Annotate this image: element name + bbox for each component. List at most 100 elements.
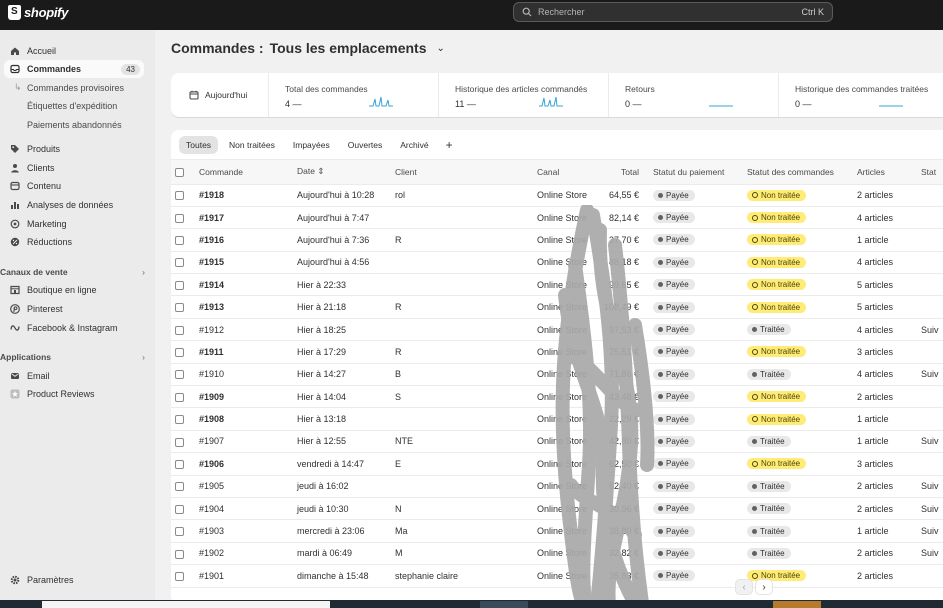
sidebar-item-product-reviews[interactable]: Product Reviews bbox=[4, 385, 144, 403]
order-number[interactable]: #1917 bbox=[195, 206, 293, 230]
tab-open[interactable]: Ouvertes bbox=[341, 136, 390, 154]
apps-header[interactable]: Applications › bbox=[0, 352, 145, 362]
order-number[interactable]: #1913 bbox=[195, 295, 293, 319]
order-number[interactable]: #1904 bbox=[195, 497, 293, 521]
sort-icon[interactable]: ⇕ bbox=[317, 166, 324, 176]
sidebar-item-home[interactable]: Accueil bbox=[4, 42, 144, 60]
col-order[interactable]: Commande bbox=[195, 160, 293, 185]
next-page-button[interactable]: › bbox=[755, 579, 773, 595]
chevron-down-icon[interactable]: ⌄ bbox=[437, 43, 445, 54]
row-checkbox[interactable] bbox=[171, 273, 195, 297]
table-row[interactable]: #1903 mercredi à 23:06 Ma Online Store 38,80… bbox=[171, 519, 943, 543]
col-payment-status[interactable]: Statut du paiement bbox=[649, 160, 743, 185]
col-total[interactable]: Total bbox=[593, 160, 649, 185]
row-checkbox[interactable] bbox=[171, 340, 195, 364]
col-date[interactable]: Date ⇕ bbox=[293, 160, 391, 185]
stat-ordered-items[interactable]: Historique des articles commandés 11 — bbox=[439, 73, 609, 117]
sidebar-item-online-store[interactable]: Boutique en ligne bbox=[4, 281, 144, 299]
prev-page-button[interactable]: ‹ bbox=[735, 579, 753, 595]
col-channel[interactable]: Canal bbox=[533, 160, 593, 185]
table-row[interactable]: #1906 vendredi à 14:47 E Online Store 62,50 … bbox=[171, 452, 943, 476]
order-number[interactable]: #1901 bbox=[195, 564, 293, 588]
row-checkbox[interactable] bbox=[171, 228, 195, 252]
table-row[interactable]: #1918 Aujourd'hui à 10:28 rol Online Store 6… bbox=[171, 184, 943, 207]
page-title[interactable]: Commandes : Tous les emplacements ⌄ bbox=[171, 40, 445, 56]
date-range-picker[interactable]: Aujourd'hui bbox=[171, 73, 269, 117]
sidebar-item-customers[interactable]: Clients bbox=[4, 159, 144, 177]
table-row[interactable]: #1917 Aujourd'hui à 7:47 Online Store 82,14… bbox=[171, 206, 943, 230]
tab-unpaid[interactable]: Impayées bbox=[286, 136, 337, 154]
table-row[interactable]: #1916 Aujourd'hui à 7:36 R Online Store 37,7… bbox=[171, 228, 943, 252]
row-checkbox[interactable] bbox=[171, 385, 195, 409]
row-checkbox[interactable] bbox=[171, 184, 195, 207]
row-checkbox[interactable] bbox=[171, 475, 195, 498]
col-fulfillment-status[interactable]: Statut des commandes bbox=[743, 160, 853, 185]
order-number[interactable]: #1908 bbox=[195, 407, 293, 431]
table-row[interactable]: #1911 Hier à 17:29 R Online Store 75,51 € Pay… bbox=[171, 340, 943, 364]
table-row[interactable]: #1907 Hier à 12:55 NTE Online Store 42,80 € P… bbox=[171, 430, 943, 454]
sidebar-item-facebook-instagram[interactable]: Facebook & Instagram bbox=[4, 319, 144, 337]
order-number[interactable]: #1907 bbox=[195, 430, 293, 454]
stat-total-orders[interactable]: Total des commandes 4 — bbox=[269, 73, 439, 117]
sales-channels-header[interactable]: Canaux de vente › bbox=[0, 267, 145, 277]
sidebar-item-discounts[interactable]: Réductions bbox=[4, 233, 144, 251]
select-all-checkbox[interactable] bbox=[171, 160, 195, 185]
tab-archived[interactable]: Archivé bbox=[393, 136, 435, 154]
order-number[interactable]: #1915 bbox=[195, 251, 293, 275]
order-number[interactable]: #1912 bbox=[195, 318, 293, 342]
row-checkbox[interactable] bbox=[171, 206, 195, 230]
add-tab-button[interactable]: + bbox=[440, 138, 459, 152]
row-checkbox[interactable] bbox=[171, 564, 195, 588]
row-checkbox[interactable] bbox=[171, 407, 195, 431]
table-row[interactable]: #1909 Hier à 14:04 S Online Store 43,48 € Pay… bbox=[171, 385, 943, 409]
col-client[interactable]: Client bbox=[391, 160, 533, 185]
sidebar-item-marketing[interactable]: Marketing bbox=[4, 215, 144, 233]
col-items[interactable]: Articles bbox=[853, 160, 917, 185]
shopify-logo[interactable]: shopify bbox=[8, 5, 68, 20]
order-number[interactable]: #1916 bbox=[195, 228, 293, 252]
row-checkbox[interactable] bbox=[171, 519, 195, 543]
row-checkbox[interactable] bbox=[171, 452, 195, 476]
sidebar-item-pinterest[interactable]: Pinterest bbox=[4, 300, 144, 318]
table-row[interactable]: #1901 dimanche à 15:48 stephanie claire Onl… bbox=[171, 564, 943, 588]
stat-fulfilled-orders[interactable]: Historique des commandes traitées 0 — bbox=[779, 73, 943, 117]
table-row[interactable]: #1915 Aujourd'hui à 4:56 Online Store 88,18… bbox=[171, 251, 943, 275]
order-number[interactable]: #1914 bbox=[195, 273, 293, 297]
order-number[interactable]: #1918 bbox=[195, 184, 293, 207]
row-checkbox[interactable] bbox=[171, 251, 195, 275]
location-selector[interactable]: Tous les emplacements bbox=[270, 40, 427, 56]
row-checkbox[interactable] bbox=[171, 295, 195, 319]
table-row[interactable]: #1904 jeudi à 10:30 N Online Store 30,96 € Pa… bbox=[171, 497, 943, 521]
search-bar[interactable]: Ctrl K bbox=[513, 2, 833, 22]
order-number[interactable]: #1910 bbox=[195, 363, 293, 387]
table-row[interactable]: #1913 Hier à 21:18 R Online Store 108,49 € Pa… bbox=[171, 295, 943, 319]
order-number[interactable]: #1905 bbox=[195, 475, 293, 498]
search-input[interactable] bbox=[538, 7, 802, 17]
col-delivery-status[interactable]: Stat bbox=[917, 160, 943, 185]
row-checkbox[interactable] bbox=[171, 497, 195, 521]
row-checkbox[interactable] bbox=[171, 430, 195, 454]
table-row[interactable]: #1905 jeudi à 16:02 Online Store 62,40 € Pay… bbox=[171, 475, 943, 498]
order-number[interactable]: #1911 bbox=[195, 340, 293, 364]
table-row[interactable]: #1908 Hier à 13:18 Online Store 22,29 € Payé… bbox=[171, 407, 943, 431]
order-number[interactable]: #1903 bbox=[195, 519, 293, 543]
stat-returns[interactable]: Retours 0 — bbox=[609, 73, 779, 117]
table-row[interactable]: #1914 Hier à 22:33 Online Store 99,65 € Payé… bbox=[171, 273, 943, 297]
sidebar-item-email[interactable]: Email bbox=[4, 367, 144, 385]
sidebar-item-products[interactable]: Produits bbox=[4, 140, 144, 158]
tab-all[interactable]: Toutes bbox=[179, 135, 219, 154]
sidebar-item-shipping-labels[interactable]: Étiquettes d'expédition bbox=[4, 97, 144, 115]
row-checkbox[interactable] bbox=[171, 318, 195, 342]
order-number[interactable]: #1909 bbox=[195, 385, 293, 409]
table-row[interactable]: #1902 mardi à 06:49 M Online Store 32,82 € Pa… bbox=[171, 542, 943, 566]
order-number[interactable]: #1906 bbox=[195, 452, 293, 476]
order-number[interactable]: #1902 bbox=[195, 542, 293, 566]
sidebar-item-content[interactable]: Contenu bbox=[4, 177, 144, 195]
sidebar-item-orders[interactable]: Commandes 43 bbox=[4, 60, 144, 78]
row-checkbox[interactable] bbox=[171, 363, 195, 387]
table-row[interactable]: #1910 Hier à 14:27 B Online Store 71,86 € Pay… bbox=[171, 363, 943, 387]
sidebar-item-analytics[interactable]: Analyses de données bbox=[4, 196, 144, 214]
sidebar-item-drafts[interactable]: Commandes provisoires bbox=[4, 79, 144, 97]
sidebar-item-settings[interactable]: Paramètres bbox=[4, 571, 144, 589]
table-row[interactable]: #1912 Hier à 18:25 Online Store 97,53 € Payé… bbox=[171, 318, 943, 342]
